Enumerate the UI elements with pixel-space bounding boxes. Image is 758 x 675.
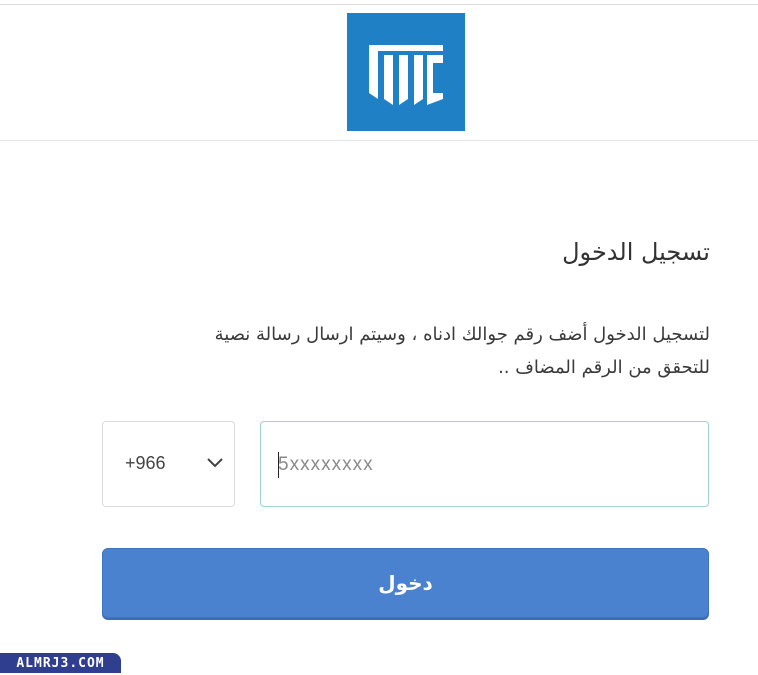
phone-placeholder: 5xxxxxxxx [278,454,374,475]
instruction-line-2: للتحقق من الرقم المضاف .. [498,357,710,378]
country-code-value: +966 [125,453,166,473]
login-button[interactable]: دخول [102,548,709,618]
brand-logo [347,13,465,131]
watermark-badge: ALMRJ3.COM [0,653,121,673]
login-instructions: لتسجيل الدخول أضف رقم جوالك ادناه ، وسيت… [90,318,710,384]
country-code-select[interactable]: +966 [102,421,235,507]
text-caret [278,452,279,478]
instruction-line-1: لتسجيل الدخول أضف رقم جوالك ادناه ، وسيت… [214,324,710,345]
header [0,5,758,141]
login-button-label: دخول [378,571,433,595]
page-title: تسجيل الدخول [562,238,710,266]
logo-mark-icon [369,45,443,105]
phone-number-input[interactable]: 5xxxxxxxx [260,421,709,507]
chevron-down-icon [207,458,223,468]
